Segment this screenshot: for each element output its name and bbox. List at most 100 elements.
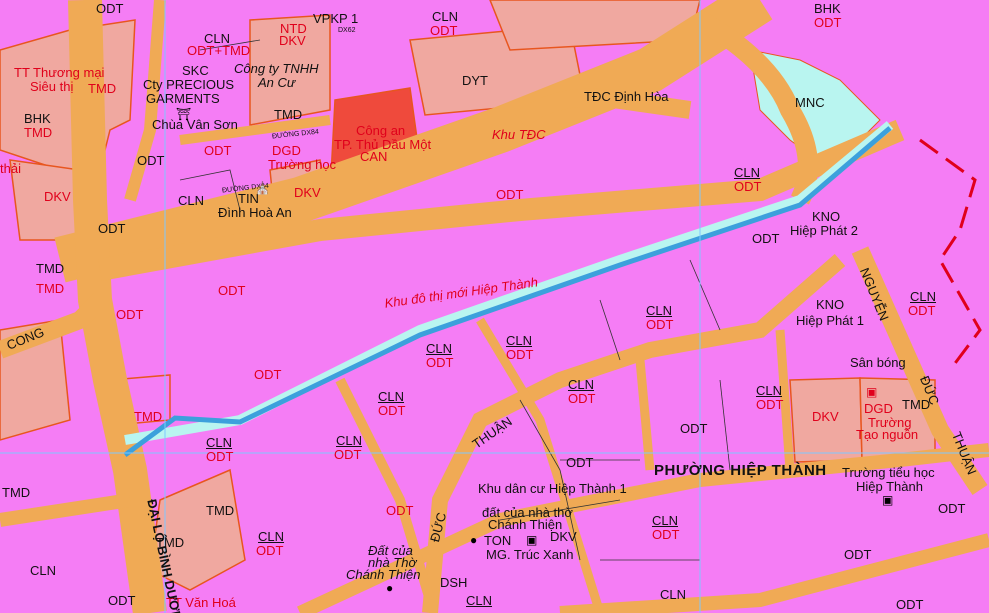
label-odt-mid6: ODT xyxy=(506,347,534,362)
road-bottom-left xyxy=(0,493,132,527)
label-hiep-phat-2: Hiệp Phát 2 xyxy=(790,223,858,238)
label-cln-mid5: CLN xyxy=(568,377,595,392)
label-tmd-botleft: TMD xyxy=(2,485,31,500)
label-dx62: DX62 xyxy=(338,27,356,34)
label-tmd-topleft: TMD xyxy=(88,81,117,96)
label-cln-bot6: CLN xyxy=(660,587,687,602)
label-bhk-top: BHK xyxy=(814,1,841,16)
label-odt-mid4: ODT xyxy=(496,187,524,202)
label-dkv-bot: DKV xyxy=(550,529,577,544)
label-cln-mid7: CLN xyxy=(756,383,783,398)
label-odt-bot5: ODT xyxy=(256,543,284,558)
label-odt-mid7: ODT xyxy=(426,355,454,370)
label-cln-right1: CLN xyxy=(734,165,761,180)
label-hiep-thanh: Hiệp Thành xyxy=(856,479,923,494)
label-odt-mid8: ODT xyxy=(568,391,596,406)
label-dyt: DYT xyxy=(462,73,488,88)
label-odt-right3: ODT xyxy=(908,303,936,318)
label-odt-big1: ODT xyxy=(218,283,246,298)
label-cln-mid1: CLN xyxy=(178,193,205,208)
label-cln-mid2: CLN xyxy=(646,303,673,318)
label-odt-tmd: ODT+TMD xyxy=(187,43,251,58)
school-icon-truc-xanh: ▣ xyxy=(526,533,538,547)
label-odt-top1: ODT xyxy=(96,1,124,16)
label-cln-bot3: CLN xyxy=(258,529,285,544)
label-odt-bot9: ODT xyxy=(108,593,136,608)
label-dkv-mid: DKV xyxy=(294,185,321,200)
label-truong-tieu-hoc: Trường tiểu học xyxy=(842,465,935,480)
ward-boundary-dashed xyxy=(919,138,982,371)
label-khu-dan-cu: Khu dân cư Hiệp Thành 1 xyxy=(478,481,627,496)
label-thai: thải xyxy=(0,161,21,176)
label-odt-topright: ODT xyxy=(814,15,842,30)
label-an-cu: An Cư xyxy=(258,75,296,90)
label-chanh-thien2: Chánh Thiện xyxy=(346,567,421,582)
label-odt-bot4: ODT xyxy=(386,503,414,518)
school-icon-hiep-thanh: ▣ xyxy=(882,493,894,507)
label-cln-right2: CLN xyxy=(910,289,937,304)
point-icon-chanh-thien: ● xyxy=(386,581,394,595)
label-truong-hoc: Trường học xyxy=(268,157,337,172)
label-odt-bot2: ODT xyxy=(334,447,362,462)
label-odt-mid3: ODT xyxy=(98,221,126,236)
label-dkv-right: DKV xyxy=(812,409,839,424)
label-odt-bot10: ODT xyxy=(896,597,924,612)
label-tmd-left3: TMD xyxy=(36,281,65,296)
label-cong-ty-an-cu: Công ty TNHH xyxy=(234,61,319,76)
label-cln-mid6: CLN xyxy=(378,389,405,404)
label-dgd: DGD xyxy=(272,143,301,158)
label-odt-mid1: ODT xyxy=(137,153,165,168)
label-odt-big2: ODT xyxy=(116,307,144,322)
point-icon-nha-tho: ● xyxy=(470,533,478,547)
label-tao-nguon: Tạo nguồn xyxy=(856,427,919,442)
road-bottom-right xyxy=(559,533,989,613)
label-odt-big3: ODT xyxy=(254,367,282,382)
label-skc: SKC xyxy=(182,63,209,78)
label-odt-right1: ODT xyxy=(734,179,762,194)
label-tmd-leftmid: TMD xyxy=(134,409,163,424)
label-kno-1: KNO xyxy=(816,297,845,312)
label-tmd-bot: TMD xyxy=(206,503,235,518)
label-mg-truc-xanh: MG. Trúc Xanh xyxy=(486,547,574,562)
label-cln-bot4: CLN xyxy=(652,513,679,528)
label-odt-mid5: ODT xyxy=(646,317,674,332)
label-khu-tdc: Khu TĐC xyxy=(492,127,546,142)
temple-icon: ⛩ xyxy=(176,107,192,121)
label-tt-thuong-mai: TT Thương mại xyxy=(14,65,105,80)
church-icon: ⛪ xyxy=(255,181,270,195)
label-tmd-top: TMD xyxy=(274,107,303,122)
label-mnc: MNC xyxy=(795,95,825,110)
label-odt-top2: ODT xyxy=(430,23,458,38)
label-tdc-dinh-hoa: TĐC Định Hòa xyxy=(584,89,669,104)
label-odt-bot7: ODT xyxy=(938,501,966,516)
label-tmd-left2: TMD xyxy=(36,261,65,276)
label-cln-botleft: CLN xyxy=(30,563,57,578)
label-odt-bot8: ODT xyxy=(844,547,872,562)
label-odt-mid11: ODT xyxy=(680,421,708,436)
label-ton: TON xyxy=(484,533,512,548)
label-cong-an: Công an xyxy=(356,123,406,138)
label-phuong-hiep-thanh: PHƯỜNG HIỆP THÀNH xyxy=(654,462,827,479)
label-chua-van-son: Chùa Vân Sơn xyxy=(152,117,238,132)
label-dkv-left: DKV xyxy=(44,189,71,204)
label-cln-bot1: CLN xyxy=(206,435,233,450)
label-cln-bot5: CLN xyxy=(466,593,493,608)
label-dkv-top: DKV xyxy=(279,33,306,48)
label-cln-mid4: CLN xyxy=(426,341,453,356)
label-odt-right2: ODT xyxy=(752,231,780,246)
label-odt-bot3: ODT xyxy=(566,455,594,470)
label-odt-bot1: ODT xyxy=(206,449,234,464)
land-use-map[interactable]: ODT SKC CLN ODT+TMD NTD DKV VPKP 1 CLN O… xyxy=(0,0,989,613)
label-dsh: DSH xyxy=(440,575,468,590)
label-dgd-right: DGD xyxy=(864,401,893,416)
school-icon-right: ▣ xyxy=(866,385,878,399)
label-odt-bot6: ODT xyxy=(652,527,680,542)
label-tmd-left: TMD xyxy=(24,125,53,140)
label-garments: GARMENTS xyxy=(146,91,220,106)
label-sieu-thi: Siêu thị xyxy=(30,79,74,94)
label-odt-mid10: ODT xyxy=(756,397,784,412)
label-cln-mid3: CLN xyxy=(506,333,533,348)
label-dinh-hoa-an: Đình Hoà An xyxy=(218,205,292,220)
label-odt-mid2: ODT xyxy=(204,143,232,158)
label-cln-bot2: CLN xyxy=(336,433,363,448)
